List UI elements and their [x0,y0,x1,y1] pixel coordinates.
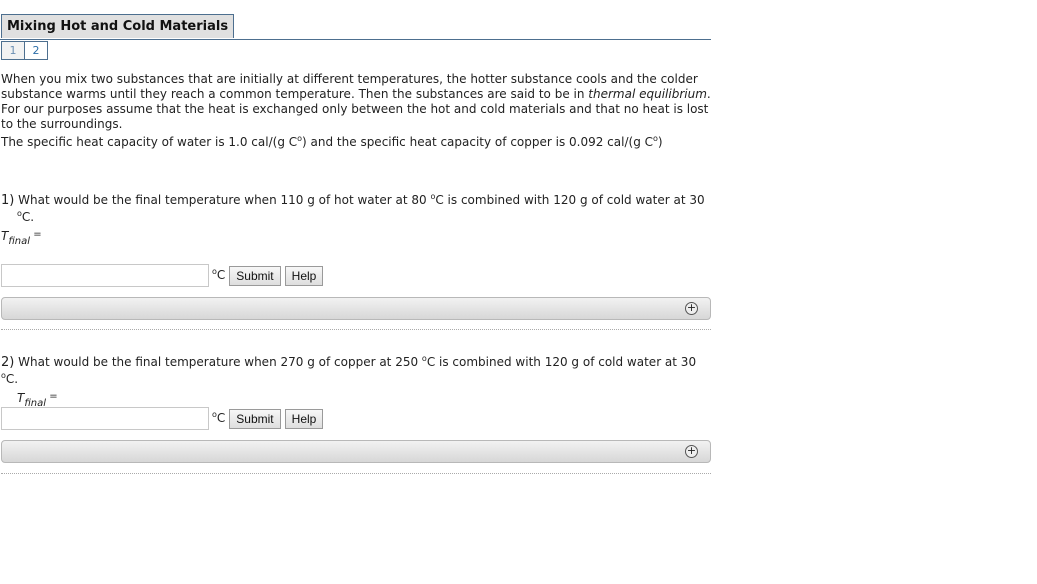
submit-button-1[interactable]: Submit [229,265,281,286]
question-text-cont: C is combined with 120 g of cold water a… [435,193,705,207]
question-2: 2) What would be the final temperature w… [1,354,711,409]
question-text-cont: C is combined with 120 g of cold water a… [426,355,697,369]
unit-label: oC [212,267,226,282]
question-1-prompt: 1) What would be the final temperature w… [1,192,711,209]
question-1: 1) What would be the final temperature w… [1,192,711,247]
question-number: 1) [1,193,15,208]
question-text: What would be the final temperature when… [14,193,431,207]
unit-label: oC [212,410,226,425]
unit-text: C [216,410,226,425]
submit-button-2[interactable]: Submit [229,408,281,429]
help-button-1[interactable]: Help [284,265,324,286]
question-number: 2) [1,355,15,370]
help-button-2[interactable]: Help [284,408,324,429]
intro-term: thermal equilibrium [588,87,707,101]
answer-label: Tfinal = [1,226,711,247]
variable-subscript: final [8,236,31,247]
feedback-bar-2[interactable]: + [1,440,711,463]
plus-circle-icon[interactable]: + [685,445,698,458]
answer-label: Tfinal = [1,388,711,409]
divider [1,473,711,474]
answer-input-2[interactable] [1,407,209,430]
specific-heat-close: ) [657,135,663,149]
unit-text: C [216,267,226,282]
answer-input-1[interactable] [1,264,209,287]
part-tabs: 1 2 [1,41,48,60]
problem-intro: When you mix two substances that are ini… [1,72,713,150]
title-bar: Mixing Hot and Cold Materials [0,14,711,40]
feedback-bar-1[interactable]: + [1,297,711,320]
answer-row-2: oC Submit Help [1,407,327,430]
question-1-prompt-wrap: oC. [1,209,711,226]
equals-sign: = [46,391,58,402]
intro-paragraph: When you mix two substances that are ini… [1,72,713,132]
equals-sign: = [30,229,42,240]
question-2-prompt: 2) What would be the final temperature w… [1,354,711,388]
page-title: Mixing Hot and Cold Materials [1,14,235,38]
specific-heat-copper: ) and the specific heat capacity of copp… [302,135,654,149]
divider [1,329,711,330]
specific-heat-paragraph: The specific heat capacity of water is 1… [1,135,713,150]
answer-row-1: oC Submit Help [1,264,327,287]
question-text: What would be the final temperature when… [14,355,422,369]
specific-heat-water: The specific heat capacity of water is 1… [1,135,298,149]
part-tab-1[interactable]: 1 [1,41,25,60]
question-text-end: C. [5,372,19,386]
part-tab-2[interactable]: 2 [25,41,48,60]
plus-circle-icon[interactable]: + [685,302,698,315]
question-text-end: C. [21,210,35,224]
